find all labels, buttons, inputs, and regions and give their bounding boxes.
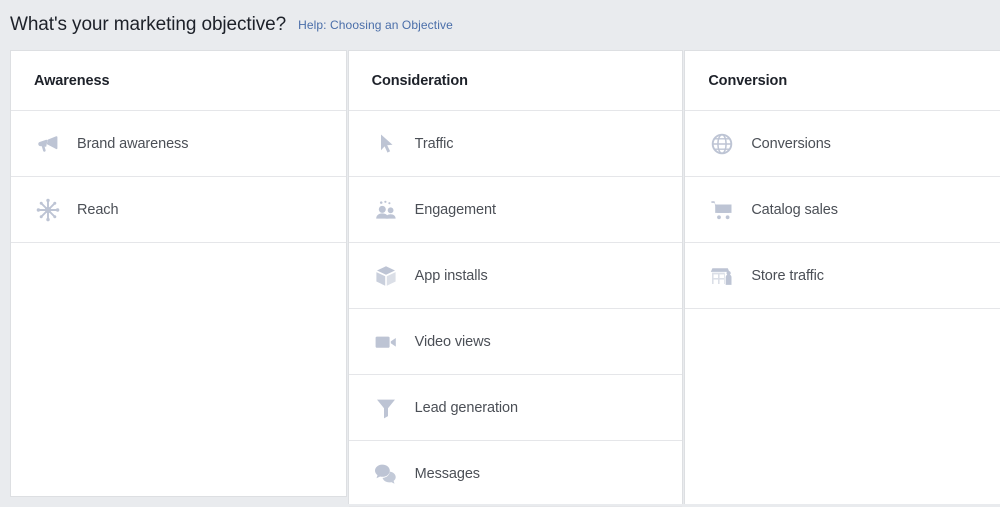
objective-label: Store traffic: [751, 268, 824, 284]
storefront-icon: [708, 262, 736, 290]
people-group-icon: [372, 196, 400, 224]
objective-label: Lead generation: [415, 400, 518, 416]
help-choosing-objective-link[interactable]: Help: Choosing an Objective: [298, 18, 453, 32]
objective-label: Brand awareness: [77, 136, 188, 152]
objective-row-messages[interactable]: Messages: [349, 441, 683, 507]
objective-label: Conversions: [751, 136, 831, 152]
column-header-label: Awareness: [34, 73, 109, 89]
speech-bubbles-icon: [372, 460, 400, 488]
objective-row-catalog-sales[interactable]: Catalog sales: [685, 177, 1000, 243]
objective-label: Engagement: [415, 202, 496, 218]
column-header-awareness: Awareness: [11, 51, 346, 111]
column-header-consideration: Consideration: [349, 51, 683, 111]
video-camera-icon: [372, 328, 400, 356]
objective-row-engagement[interactable]: Engagement: [349, 177, 683, 243]
objective-row-store-traffic[interactable]: Store traffic: [685, 243, 1000, 309]
objective-row-conversions[interactable]: Conversions: [685, 111, 1000, 177]
objective-label: Messages: [415, 466, 480, 482]
cube-box-icon: [372, 262, 400, 290]
objective-row-lead-generation[interactable]: Lead generation: [349, 375, 683, 441]
objective-row-reach[interactable]: Reach: [11, 177, 346, 243]
shopping-cart-icon: [708, 196, 736, 224]
objective-row-brand-awareness[interactable]: Brand awareness: [11, 111, 346, 177]
column-header-label: Conversion: [708, 73, 787, 89]
column-conversion: Conversion Conversions: [684, 50, 1000, 504]
column-awareness: Awareness Brand awareness: [10, 50, 347, 497]
page-header: What's your marketing objective? Help: C…: [0, 0, 1000, 50]
cursor-arrow-icon: [372, 130, 400, 158]
objective-columns: Awareness Brand awareness: [0, 50, 1000, 504]
objective-row-video-views[interactable]: Video views: [349, 309, 683, 375]
objective-label: App installs: [415, 268, 488, 284]
column-header-label: Consideration: [372, 73, 468, 89]
column-consideration: Consideration Traffic: [348, 50, 684, 504]
megaphone-icon: [34, 130, 62, 158]
column-empty-space: [11, 243, 346, 496]
column-empty-space: [685, 309, 1000, 504]
column-header-conversion: Conversion: [685, 51, 1000, 111]
objective-label: Reach: [77, 202, 118, 218]
objective-row-app-installs[interactable]: App installs: [349, 243, 683, 309]
objective-label: Catalog sales: [751, 202, 838, 218]
objective-label: Video views: [415, 334, 491, 350]
reach-starburst-icon: [34, 196, 62, 224]
globe-icon: [708, 130, 736, 158]
objective-row-traffic[interactable]: Traffic: [349, 111, 683, 177]
objective-label: Traffic: [415, 136, 454, 152]
page-title: What's your marketing objective?: [10, 14, 286, 36]
funnel-icon: [372, 394, 400, 422]
